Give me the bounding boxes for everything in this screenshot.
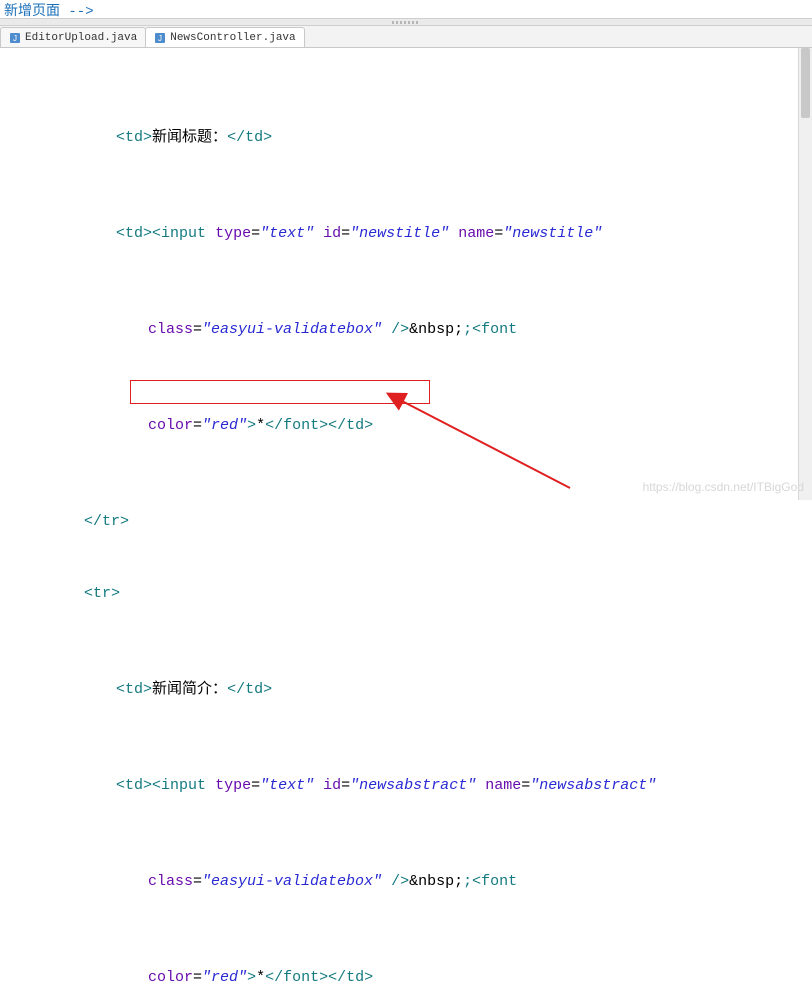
tab-newscontroller[interactable]: J NewsController.java [145, 27, 304, 47]
code-line: class="easyui-validatebox" />&nbsp;;<fon… [4, 318, 808, 342]
code-line: <tr> [4, 582, 808, 606]
annotation-arrow [0, 48, 800, 518]
svg-text:J: J [13, 34, 17, 43]
scrollbar-thumb[interactable] [801, 48, 810, 118]
tab-label: EditorUpload.java [25, 32, 137, 44]
tab-label: NewsController.java [170, 32, 295, 44]
java-file-icon: J [154, 32, 166, 44]
code-line: <td><input type="text" id="newstitle" na… [4, 222, 808, 246]
code-editor[interactable]: <td>新闻标题：</td> <td><input type="text" id… [0, 48, 812, 1000]
code-line: </tr> [4, 510, 808, 534]
code-line: <td>新闻标题：</td> [4, 126, 808, 150]
pane-drag-handle[interactable] [0, 18, 812, 26]
editor-tabbar: J EditorUpload.java J NewsController.jav… [0, 26, 812, 48]
tab-editorupload[interactable]: J EditorUpload.java [0, 27, 146, 47]
code-line: <td><input type="text" id="newsabstract"… [4, 774, 808, 798]
code-line: color="red">*</font></td> [4, 414, 808, 438]
code-line: class="easyui-validatebox" />&nbsp;;<fon… [4, 870, 808, 894]
fragment-text: 新增页面 --> [4, 4, 94, 18]
annotation-highlight-box [130, 380, 430, 404]
java-file-icon: J [9, 32, 21, 44]
watermark-text: https://blog.csdn.net/ITBigGod [643, 480, 804, 494]
visible-fragment: 新增页面 --> [0, 0, 812, 18]
vertical-scrollbar[interactable] [798, 48, 812, 500]
code-line: color="red">*</font></td> [4, 966, 808, 990]
code-line: <td>新闻简介：</td> [4, 678, 808, 702]
svg-text:J: J [158, 34, 162, 43]
